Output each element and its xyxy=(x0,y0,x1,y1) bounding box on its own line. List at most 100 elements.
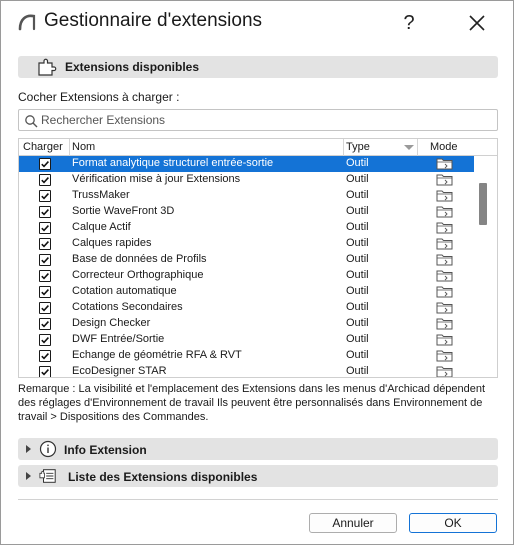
table-row[interactable]: Sortie WaveFront 3D Outil xyxy=(19,204,474,220)
expand-arrow-icon[interactable] xyxy=(26,445,31,453)
title-bar: Gestionnaire d'extensions ? xyxy=(1,1,513,45)
extension-type: Outil xyxy=(346,237,369,249)
extension-manager-dialog: Gestionnaire d'extensions ? Extensions d… xyxy=(0,0,514,545)
extension-name: Cotations Secondaires xyxy=(72,301,183,313)
column-charger[interactable]: Charger xyxy=(23,141,63,153)
extension-name: Echange de géométrie RFA & RVT xyxy=(72,349,242,361)
column-separator[interactable] xyxy=(69,139,70,156)
load-checkbox[interactable] xyxy=(39,270,51,282)
sort-arrow-icon[interactable] xyxy=(404,145,414,150)
extension-type: Outil xyxy=(346,173,369,185)
extension-type: Outil xyxy=(346,221,369,233)
load-checkbox[interactable] xyxy=(39,190,51,202)
load-checkbox[interactable] xyxy=(39,334,51,346)
table-row[interactable]: Base de données de Profils Outil xyxy=(19,252,474,268)
folder-icon[interactable] xyxy=(436,237,454,250)
folder-icon[interactable] xyxy=(436,285,454,298)
table-row[interactable]: Calques rapides Outil xyxy=(19,236,474,252)
load-checkbox[interactable] xyxy=(39,222,51,234)
expand-arrow-icon[interactable] xyxy=(26,472,31,480)
table-row[interactable]: Calque Actif Outil xyxy=(19,220,474,236)
extension-name: Vérification mise à jour Extensions xyxy=(72,173,241,185)
folder-icon[interactable] xyxy=(436,349,454,362)
search-input[interactable] xyxy=(41,112,491,128)
folder-icon[interactable] xyxy=(436,269,454,282)
puzzle-icon xyxy=(38,58,57,76)
extension-type: Outil xyxy=(346,269,369,281)
search-box[interactable] xyxy=(18,109,498,131)
extensions-list-panel[interactable]: Liste des Extensions disponibles xyxy=(18,465,498,487)
extension-type: Outil xyxy=(346,349,369,361)
extension-name: DWF Entrée/Sortie xyxy=(72,333,165,345)
extension-name: Base de données de Profils xyxy=(72,253,207,265)
column-mode[interactable]: Mode xyxy=(430,141,458,153)
column-nom[interactable]: Nom xyxy=(72,141,95,153)
load-checkbox[interactable] xyxy=(39,254,51,266)
extension-name: EcoDesigner STAR xyxy=(72,365,167,377)
info-icon xyxy=(39,440,57,458)
load-checkbox[interactable] xyxy=(39,158,51,170)
search-icon xyxy=(25,115,38,128)
table-row[interactable]: Design Checker Outil xyxy=(19,316,474,332)
close-icon[interactable] xyxy=(465,11,489,35)
folder-icon[interactable] xyxy=(436,157,454,170)
folder-icon[interactable] xyxy=(436,173,454,186)
load-checkbox[interactable] xyxy=(39,238,51,250)
help-button[interactable]: ? xyxy=(397,9,421,37)
folder-icon[interactable] xyxy=(436,189,454,202)
folder-icon[interactable] xyxy=(436,221,454,234)
remark-text: Remarque : La visibilité et l'emplacemen… xyxy=(18,383,486,423)
table-row[interactable]: Vérification mise à jour Extensions Outil xyxy=(19,172,474,188)
load-checkbox[interactable] xyxy=(39,286,51,298)
table-row[interactable]: Cotations Secondaires Outil xyxy=(19,300,474,316)
checkmark-icon xyxy=(41,369,49,376)
folder-icon[interactable] xyxy=(436,365,454,378)
load-checkbox[interactable] xyxy=(39,206,51,218)
check-extensions-label: Cocher Extensions à charger : xyxy=(18,90,180,104)
checkmark-icon xyxy=(41,337,49,344)
checkmark-icon xyxy=(41,161,49,168)
extension-name: Format analytique structurel entrée-sort… xyxy=(72,157,274,169)
divider xyxy=(18,499,498,500)
folder-icon[interactable] xyxy=(436,317,454,330)
load-checkbox[interactable] xyxy=(39,318,51,330)
table-row[interactable]: Echange de géométrie RFA & RVT Outil xyxy=(19,348,474,364)
table-header: Charger Nom Type Mode xyxy=(19,139,497,156)
table-row[interactable]: Cotation automatique Outil xyxy=(19,284,474,300)
column-type[interactable]: Type xyxy=(346,141,370,153)
folder-icon[interactable] xyxy=(436,301,454,314)
checkmark-icon xyxy=(41,273,49,280)
table-row[interactable]: DWF Entrée/Sortie Outil xyxy=(19,332,474,348)
extension-type: Outil xyxy=(346,333,369,345)
vertical-scrollbar-thumb[interactable] xyxy=(479,183,487,225)
ok-button[interactable]: OK xyxy=(409,513,497,533)
checkmark-icon xyxy=(41,241,49,248)
folder-icon[interactable] xyxy=(436,205,454,218)
table-body: Format analytique structurel entrée-sort… xyxy=(19,156,474,378)
cancel-button[interactable]: Annuler xyxy=(309,513,397,533)
load-checkbox[interactable] xyxy=(39,366,51,377)
table-row[interactable]: Correcteur Orthographique Outil xyxy=(19,268,474,284)
available-extensions-header: Extensions disponibles xyxy=(18,56,498,78)
extension-name: Calques rapides xyxy=(72,237,152,249)
folder-icon[interactable] xyxy=(436,253,454,266)
checkmark-icon xyxy=(41,177,49,184)
table-row[interactable]: Format analytique structurel entrée-sort… xyxy=(19,156,474,172)
column-separator[interactable] xyxy=(343,139,344,156)
archicad-logo-icon xyxy=(18,14,36,31)
list-icon xyxy=(39,469,56,483)
extension-name: Correcteur Orthographique xyxy=(72,269,204,281)
checkmark-icon xyxy=(41,209,49,216)
load-checkbox[interactable] xyxy=(39,174,51,186)
checkmark-icon xyxy=(41,289,49,296)
folder-icon[interactable] xyxy=(436,333,454,346)
table-row[interactable]: TrussMaker Outil xyxy=(19,188,474,204)
extension-type: Outil xyxy=(346,285,369,297)
load-checkbox[interactable] xyxy=(39,350,51,362)
info-extension-panel[interactable]: Info Extension xyxy=(18,438,498,460)
section-title: Extensions disponibles xyxy=(65,60,200,74)
column-separator[interactable] xyxy=(417,139,418,156)
load-checkbox[interactable] xyxy=(39,302,51,314)
extensions-list-label: Liste des Extensions disponibles xyxy=(68,470,258,484)
table-row[interactable]: EcoDesigner STAR Outil xyxy=(19,364,474,378)
